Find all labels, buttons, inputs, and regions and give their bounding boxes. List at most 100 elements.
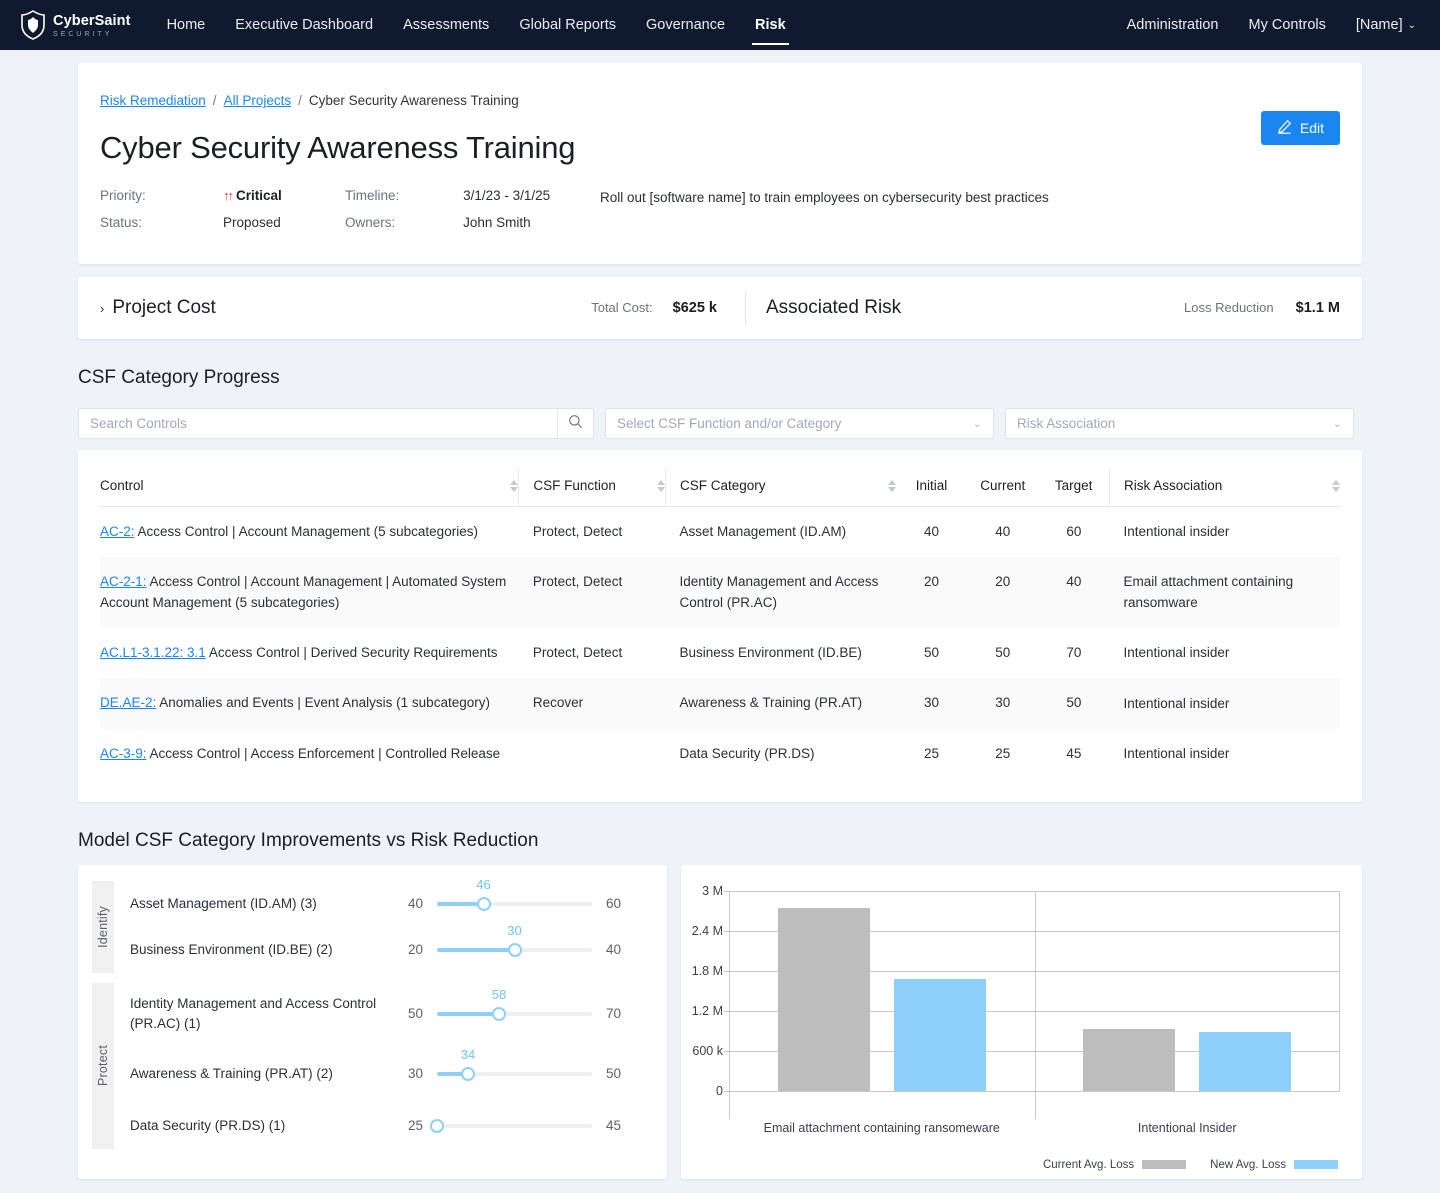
cell-initial: 30 — [923, 695, 940, 710]
search-button[interactable] — [557, 409, 593, 438]
slider-knob[interactable] — [507, 942, 522, 957]
slider-label: Business Environment (ID.BE) (2) — [130, 941, 333, 957]
table-row[interactable]: DE.AE-2: Anomalies and Events | Event An… — [100, 678, 1340, 730]
brand-logo[interactable]: CyberSaint SECURITY — [20, 10, 131, 40]
breadcrumb-separator: / — [298, 93, 302, 108]
slider-track — [437, 1123, 592, 1128]
breadcrumb-separator: / — [212, 93, 217, 108]
sort-icon[interactable] — [502, 479, 519, 492]
csf-function-filter-label: Select CSF Function and/or Category — [617, 416, 842, 431]
slider-asset-management[interactable]: 46 — [437, 877, 592, 917]
project-meta: Priority: ↑↑ Critical Status: Proposed Ti… — [100, 188, 1328, 230]
nav-item-my-controls[interactable]: My Controls — [1249, 0, 1326, 50]
group-label-identify-text: Identify — [96, 905, 110, 948]
slider-knob[interactable] — [461, 1066, 475, 1081]
search-input[interactable] — [79, 409, 557, 438]
timeline-label: Timeline: — [345, 188, 400, 203]
nav-item-governance[interactable]: Governance — [646, 0, 725, 50]
slider-min: 40 — [407, 896, 423, 911]
cell-control: AC-3-9: Access Control | Access Enforcem… — [100, 729, 519, 779]
slider-max: 50 — [606, 1066, 622, 1081]
nav-item-risk[interactable]: Risk — [752, 0, 789, 50]
cell-csf-category: Business Environment (ID.BE) — [679, 644, 862, 660]
user-menu-label: [Name] — [1355, 17, 1403, 33]
slider-awareness-training[interactable]: 34 — [437, 1047, 592, 1087]
risk-association-filter[interactable]: Risk Association ⌄ — [1005, 408, 1354, 439]
sort-icon[interactable] — [880, 479, 896, 492]
search-controls-wrapper — [78, 408, 594, 439]
breadcrumb-all-projects[interactable]: All Projects — [224, 93, 292, 108]
cell-risk-association: Intentional insider — [1123, 524, 1230, 539]
table-row[interactable]: AC-2-1: Access Control | Account Managem… — [100, 557, 1340, 628]
controls-table-body: AC-2: Access Control | Account Managemen… — [100, 507, 1340, 780]
control-link[interactable]: AC-2: — [100, 524, 135, 539]
slider-knob[interactable] — [492, 1006, 506, 1021]
legend-item-new: New Avg. Loss — [1210, 1159, 1338, 1171]
timeline-value: 3/1/23 - 3/1/25 — [463, 188, 551, 203]
control-text: Access Control | Access Enforcement | Co… — [146, 746, 501, 762]
search-icon — [568, 414, 583, 434]
slider-value: 46 — [476, 876, 491, 892]
nav-item-executive-dashboard[interactable]: Executive Dashboard — [235, 0, 373, 50]
cell-csf-category: Asset Management (ID.AM) — [679, 524, 847, 539]
slider-knob[interactable] — [476, 896, 491, 911]
edit-button[interactable]: Edit — [1260, 111, 1340, 145]
nav-item-assessments[interactable]: Assessments — [403, 0, 489, 50]
column-header-csf-category[interactable]: CSF Category — [665, 468, 896, 507]
cell-risk-association: Email attachment containing ransomware — [1123, 574, 1294, 610]
sort-icon[interactable] — [1324, 479, 1340, 492]
cell-target: 60 — [1066, 524, 1082, 539]
nav-item-administration[interactable]: Administration — [1127, 0, 1219, 50]
page-title: Cyber Security Awareness Training — [100, 130, 576, 165]
table-row[interactable]: AC.L1-3.1.22: 3.1 Access Control | Deriv… — [100, 628, 1340, 678]
x-axis-labels: Email attachment containing ransomeware I… — [729, 1121, 1340, 1139]
owners-label: Owners: — [345, 215, 396, 230]
control-link[interactable]: AC.L1-3.1.22: 3.1 — [100, 645, 206, 660]
y-axis-tick — [724, 890, 729, 892]
filter-bar: Select CSF Function and/or Category ⌄ Ri… — [78, 408, 1362, 439]
cell-csf-function: Recover — [532, 695, 584, 710]
slider-max: 40 — [606, 942, 622, 957]
slider-knob[interactable] — [430, 1118, 444, 1133]
x-axis-category-label: Intentional Insider — [1137, 1120, 1237, 1135]
nav-item-global-reports[interactable]: Global Reports — [519, 0, 616, 50]
slider-row: Asset Management (ID.AM) (3) 40 46 60 — [130, 877, 649, 927]
loss-reduction-label: Loss Reduction — [1184, 300, 1274, 315]
slider-data-security[interactable] — [430, 1113, 592, 1139]
table-row[interactable]: AC-3-9: Access Control | Access Enforcem… — [100, 729, 1340, 779]
sort-icon[interactable] — [649, 479, 666, 492]
column-header-current: Current — [967, 468, 1039, 507]
project-cost-section[interactable]: › Project Cost Total Cost: $625 k — [100, 297, 745, 319]
column-header-current-label: Current — [980, 478, 1026, 493]
column-header-risk-association[interactable]: Risk Association — [1109, 468, 1340, 507]
cell-csf-category: Data Security (PR.DS) — [679, 746, 815, 762]
slider-identity-management[interactable]: 58 — [437, 987, 592, 1027]
column-header-control[interactable]: Control — [100, 468, 519, 507]
category-separator — [1034, 890, 1036, 1119]
owners-value: John Smith — [463, 215, 531, 230]
y-axis-tick — [724, 930, 729, 932]
column-header-initial-label: Initial — [915, 478, 948, 493]
control-link[interactable]: AC-2-1: — [100, 574, 147, 589]
legend-label-current: Current Avg. Loss — [1042, 1158, 1135, 1171]
nav-item-home[interactable]: Home — [167, 0, 206, 50]
cell-csf-function: Protect, Detect — [532, 574, 623, 590]
csf-function-filter[interactable]: Select CSF Function and/or Category ⌄ — [605, 408, 994, 439]
control-link[interactable]: AC-3-9: — [100, 746, 147, 761]
status-value: Proposed — [222, 215, 281, 230]
control-link[interactable]: DE.AE-2: — [100, 695, 156, 710]
column-header-csf-function[interactable]: CSF Function — [518, 468, 666, 507]
cell-current: 25 — [995, 746, 1011, 762]
slider-max: 45 — [606, 1118, 622, 1133]
chevron-down-icon: ⌄ — [1332, 418, 1342, 430]
slider-value: 30 — [507, 922, 522, 938]
slider-business-environment[interactable]: 30 — [437, 923, 592, 963]
slider-row: Awareness & Training (PR.AT) (2) 30 34 5… — [130, 1045, 649, 1103]
cell-initial: 50 — [923, 644, 940, 660]
control-text: Access Control | Derived Security Requir… — [205, 644, 498, 660]
controls-table: Control CSF Function CSF Category Initia… — [100, 468, 1340, 780]
table-row[interactable]: AC-2: Access Control | Account Managemen… — [100, 507, 1340, 558]
breadcrumb-risk-remediation[interactable]: Risk Remediation — [100, 93, 206, 108]
pencil-icon — [1277, 119, 1292, 137]
user-menu[interactable]: [Name] ⌄ — [1356, 0, 1416, 50]
